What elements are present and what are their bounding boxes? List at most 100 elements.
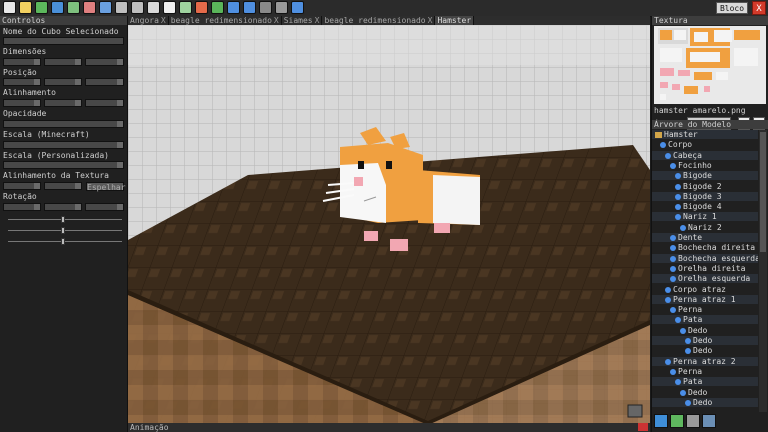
save-as-icon[interactable]: [83, 1, 96, 14]
tree-node[interactable]: Bigode 4: [675, 202, 722, 211]
cube-icon: [675, 317, 681, 323]
dimension-y-spinner[interactable]: [44, 58, 82, 66]
alignment-z-spinner[interactable]: [85, 99, 124, 107]
import-icon[interactable]: [51, 1, 64, 14]
tree-node[interactable]: Orelha esquerda: [670, 274, 750, 283]
tree-node[interactable]: Bigode: [675, 171, 712, 180]
tree-node[interactable]: Nariz 2: [680, 223, 722, 232]
3d-viewport[interactable]: [128, 25, 650, 423]
tree-node[interactable]: Corpo: [660, 140, 692, 149]
tree-node[interactable]: Perna: [670, 367, 702, 376]
tree-node-label: Corpo: [668, 140, 693, 149]
rotation-slider-y-knob[interactable]: [61, 227, 65, 234]
redo-icon[interactable]: [243, 1, 256, 14]
new-file-icon[interactable]: [3, 1, 16, 14]
scale-mc-label: Escala (Minecraft): [3, 130, 90, 139]
texture-align-y-spinner[interactable]: [44, 182, 82, 190]
position-x-spinner[interactable]: [3, 78, 41, 86]
globe-icon[interactable]: [654, 414, 668, 428]
document-icon[interactable]: [163, 1, 176, 14]
tab-0[interactable]: Angora X: [128, 16, 169, 25]
tab-1[interactable]: beagle redimensionado X: [169, 16, 282, 25]
tree-node[interactable]: Corpo atraz: [665, 285, 726, 294]
rotation-x-spinner[interactable]: [3, 203, 41, 211]
color-palette-icon[interactable]: [211, 1, 224, 14]
tree-node[interactable]: Perna: [670, 305, 702, 314]
open-icon[interactable]: [19, 1, 32, 14]
dimension-z-spinner[interactable]: [85, 58, 124, 66]
dimension-x-spinner[interactable]: [3, 58, 41, 66]
tree-node[interactable]: Perna atraz 1: [665, 295, 736, 304]
tree-node[interactable]: Bochecha direita: [670, 243, 755, 252]
tree-node[interactable]: Dedo: [680, 326, 707, 335]
tree-node[interactable]: Bochecha esquerda: [670, 254, 758, 263]
animation-close-icon[interactable]: [638, 423, 648, 431]
tree-node[interactable]: Nariz 1: [675, 212, 717, 221]
tree-node[interactable]: Bigode 3: [675, 192, 722, 201]
alignment-x-spinner[interactable]: [3, 99, 41, 107]
tab-label: Hamster: [437, 16, 472, 25]
rotation-slider-z[interactable]: [8, 241, 122, 242]
info-icon[interactable]: [291, 1, 304, 14]
copy-icon[interactable]: [115, 1, 128, 14]
print-icon[interactable]: [179, 1, 192, 14]
layers-icon[interactable]: [259, 1, 272, 14]
add-cube-icon[interactable]: [670, 414, 684, 428]
tree-node[interactable]: Hamster: [655, 130, 698, 139]
undo-icon[interactable]: [227, 1, 240, 14]
name-field[interactable]: [3, 37, 124, 45]
rotation-slider-y[interactable]: [8, 230, 122, 231]
texture-align-x-spinner[interactable]: [3, 182, 41, 190]
paste-icon[interactable]: [147, 1, 160, 14]
texture-preview[interactable]: [654, 26, 766, 104]
rotation-slider-z-knob[interactable]: [61, 238, 65, 245]
tree-node-label: Bigode 2: [683, 182, 722, 191]
tab-4[interactable]: Hamster: [435, 16, 475, 25]
position-y-spinner[interactable]: [44, 78, 82, 86]
tab-close-icon[interactable]: X: [315, 16, 320, 25]
camera-icon[interactable]: [627, 404, 643, 418]
scale-mc-spinner[interactable]: [3, 141, 124, 149]
tree-node[interactable]: Pata: [675, 377, 702, 386]
tree-node[interactable]: Bigode 2: [675, 182, 722, 191]
tab-close-icon[interactable]: X: [428, 16, 433, 25]
tree-node[interactable]: Orelha direita: [670, 264, 745, 273]
tree-node[interactable]: Dedo: [685, 346, 712, 355]
rotation-slider-x[interactable]: [8, 219, 122, 220]
tab-close-icon[interactable]: X: [274, 16, 279, 25]
tree-node-label: Dente: [678, 233, 703, 242]
edit-icon[interactable]: [702, 414, 716, 428]
tree-row-bg: [652, 377, 758, 386]
cut-icon[interactable]: [131, 1, 144, 14]
rotation-y-spinner[interactable]: [44, 203, 82, 211]
rotation-z-spinner[interactable]: [85, 203, 124, 211]
tree-node[interactable]: Cabeça: [665, 151, 702, 160]
tree-node[interactable]: Perna atraz 2: [665, 357, 736, 366]
tree-scrollbar[interactable]: [759, 130, 767, 412]
bloco-button[interactable]: Bloco: [716, 2, 748, 14]
tree-scrollbar-thumb[interactable]: [760, 132, 766, 252]
texture-icon[interactable]: [195, 1, 208, 14]
screenshot-icon[interactable]: [99, 1, 112, 14]
tree-node[interactable]: Dedo: [685, 398, 712, 407]
position-z-spinner[interactable]: [85, 78, 124, 86]
scale-custom-spinner[interactable]: [3, 161, 124, 169]
tab-3[interactable]: beagle redimensionado X: [322, 16, 436, 25]
tree-node-label: Bochecha direita: [678, 243, 756, 252]
tree-node[interactable]: Pata: [675, 315, 702, 324]
tree-node[interactable]: Dente: [670, 233, 702, 242]
opacity-spinner[interactable]: [3, 120, 124, 128]
delete-icon[interactable]: [686, 414, 700, 428]
tab-2[interactable]: Siames X: [282, 16, 323, 25]
mirror-button[interactable]: Espelhar: [86, 182, 126, 192]
export-icon[interactable]: [35, 1, 48, 14]
tab-close-icon[interactable]: X: [161, 16, 166, 25]
save-icon[interactable]: [67, 1, 80, 14]
tree-node[interactable]: Dedo: [685, 336, 712, 345]
rotation-slider-x-knob[interactable]: [61, 216, 65, 223]
alignment-y-spinner[interactable]: [44, 99, 82, 107]
tree-node[interactable]: Focinho: [670, 161, 712, 170]
settings-icon[interactable]: [275, 1, 288, 14]
close-window-button[interactable]: X: [752, 1, 766, 15]
tree-node[interactable]: Dedo: [680, 388, 707, 397]
